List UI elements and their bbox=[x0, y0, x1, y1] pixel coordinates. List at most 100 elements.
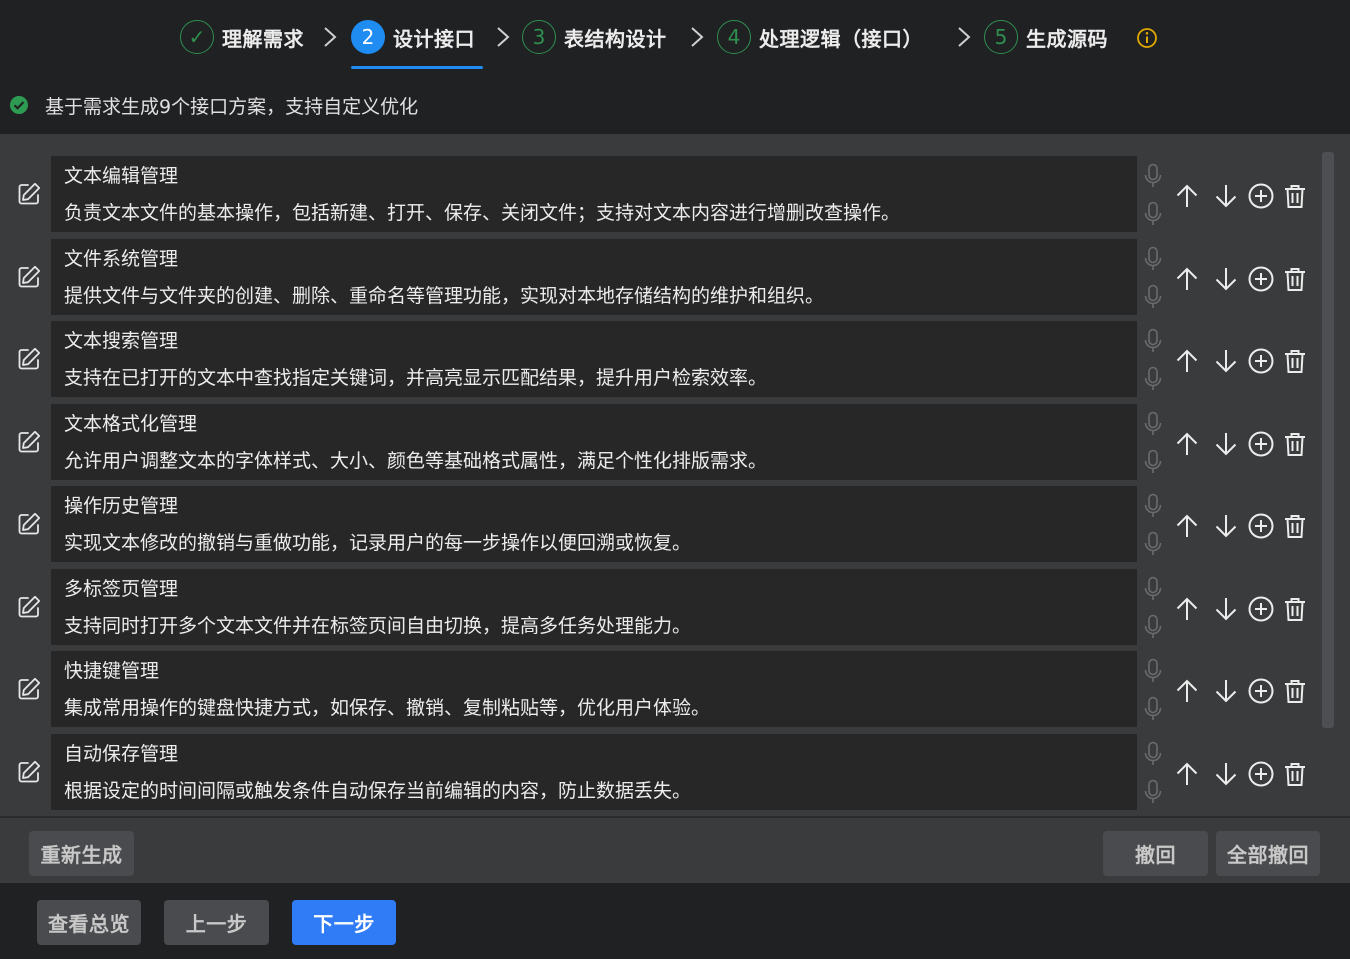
overview-button[interactable]: 查看总览 bbox=[37, 900, 141, 945]
interface-description: 实现文本修改的撤销与重做功能，记录用户的每一步操作以便回溯或恢复。 bbox=[64, 532, 692, 554]
edit-icon[interactable] bbox=[15, 593, 43, 621]
interface-row: 文件系统管理 提供文件与文件夹的创建、删除、重命名等管理功能，实现对本地存储结构的… bbox=[0, 239, 1320, 315]
microphone-icon[interactable] bbox=[1143, 163, 1163, 189]
step-2[interactable]: 2 设计接口 bbox=[351, 17, 483, 69]
move-down-icon[interactable] bbox=[1212, 595, 1240, 623]
interface-title: 快捷键管理 bbox=[64, 660, 160, 682]
move-down-icon[interactable] bbox=[1212, 512, 1240, 540]
step-5[interactable]: 5 生成源码 bbox=[984, 17, 1108, 57]
move-up-icon[interactable] bbox=[1173, 430, 1201, 458]
move-down-icon[interactable] bbox=[1212, 265, 1240, 293]
edit-icon[interactable] bbox=[15, 263, 43, 291]
trash-icon[interactable] bbox=[1281, 265, 1309, 293]
trash-icon[interactable] bbox=[1281, 595, 1309, 623]
microphone-icon[interactable] bbox=[1143, 658, 1163, 684]
microphone-icon[interactable] bbox=[1143, 328, 1163, 354]
move-up-icon[interactable] bbox=[1173, 760, 1201, 788]
add-circle-icon[interactable] bbox=[1247, 182, 1275, 210]
microphone-icon[interactable] bbox=[1143, 246, 1163, 272]
undo-all-button[interactable]: 全部撤回 bbox=[1216, 831, 1320, 876]
interface-description: 负责文本文件的基本操作，包括新建、打开、保存、关闭文件；支持对文本内容进行增删改… bbox=[64, 202, 901, 224]
step-1[interactable]: ✓ 理解需求 bbox=[180, 17, 304, 57]
trash-icon[interactable] bbox=[1281, 430, 1309, 458]
move-down-icon[interactable] bbox=[1212, 182, 1240, 210]
trash-icon[interactable] bbox=[1281, 677, 1309, 705]
interface-card[interactable]: 文件系统管理 提供文件与文件夹的创建、删除、重命名等管理功能，实现对本地存储结构的… bbox=[51, 239, 1137, 315]
chevron-right-icon bbox=[497, 27, 510, 47]
interface-title: 自动保存管理 bbox=[64, 743, 179, 765]
move-down-icon[interactable] bbox=[1212, 430, 1240, 458]
interface-row: 自动保存管理根据设定的时间间隔或触发条件自动保存当前编辑的内容，防止数据丢失。 bbox=[0, 734, 1320, 810]
edit-icon[interactable] bbox=[15, 345, 43, 373]
microphone-icon[interactable] bbox=[1143, 576, 1163, 602]
trash-icon[interactable] bbox=[1281, 347, 1309, 375]
move-up-icon[interactable] bbox=[1173, 347, 1201, 375]
add-circle-icon[interactable] bbox=[1247, 512, 1275, 540]
microphone-icon[interactable] bbox=[1143, 201, 1163, 227]
move-down-icon[interactable] bbox=[1212, 677, 1240, 705]
edit-icon[interactable] bbox=[15, 180, 43, 208]
list-action-bar: 重新生成 撤回 全部撤回 bbox=[0, 816, 1350, 883]
regenerate-button[interactable]: 重新生成 bbox=[29, 831, 134, 876]
microphone-icon[interactable] bbox=[1143, 779, 1163, 805]
microphone-icon[interactable] bbox=[1143, 531, 1163, 557]
interface-row: 文本搜索管理 支持在已打开的文本中查找指定关键词，并高亮显示匹配结果，提升用户检索… bbox=[0, 321, 1320, 397]
trash-icon[interactable] bbox=[1281, 512, 1309, 540]
interface-card[interactable]: 文本搜索管理 支持在已打开的文本中查找指定关键词，并高亮显示匹配结果，提升用户检索… bbox=[51, 321, 1137, 397]
interface-description: 支持同时打开多个文本文件并在标签页间自由切换，提高多任务处理能力。 bbox=[64, 615, 692, 637]
interface-row: 快捷键管理集成常用操作的键盘快捷方式，如保存、撤销、复制粘贴等，优化用户体验。 bbox=[0, 651, 1320, 727]
move-down-icon[interactable] bbox=[1212, 347, 1240, 375]
move-up-icon[interactable] bbox=[1173, 677, 1201, 705]
interface-card[interactable]: 多标签页管理 支持同时打开多个文本文件并在标签页间自由切换，提高多任务处理能力。 bbox=[51, 569, 1137, 645]
interface-card[interactable]: 快捷键管理集成常用操作的键盘快捷方式，如保存、撤销、复制粘贴等，优化用户体验。 bbox=[51, 651, 1137, 727]
trash-icon[interactable] bbox=[1281, 760, 1309, 788]
scrollbar[interactable] bbox=[1322, 152, 1334, 728]
edit-icon[interactable] bbox=[15, 428, 43, 456]
edit-icon[interactable] bbox=[15, 510, 43, 538]
interface-description: 根据设定的时间间隔或触发条件自动保存当前编辑的内容，防止数据丢失。 bbox=[64, 780, 692, 802]
edit-icon[interactable] bbox=[15, 758, 43, 786]
add-circle-icon[interactable] bbox=[1247, 265, 1275, 293]
step-4[interactable]: 4 处理逻辑（接口） bbox=[717, 17, 923, 57]
step-3[interactable]: 3 表结构设计 bbox=[522, 17, 667, 57]
check-circle-icon bbox=[10, 96, 28, 114]
info-icon[interactable] bbox=[1136, 27, 1158, 49]
step-4-label: 处理逻辑（接口） bbox=[759, 26, 923, 51]
interface-card[interactable]: 自动保存管理根据设定的时间间隔或触发条件自动保存当前编辑的内容，防止数据丢失。 bbox=[51, 734, 1137, 810]
prev-step-button[interactable]: 上一步 bbox=[164, 900, 269, 945]
move-up-icon[interactable] bbox=[1173, 182, 1201, 210]
move-up-icon[interactable] bbox=[1173, 512, 1201, 540]
step-indicator: ✓ 理解需求 2 设计接口 3 表结构设计 4 处理逻辑（接口） 5 生成源码 bbox=[0, 0, 1350, 75]
microphone-icon[interactable] bbox=[1143, 493, 1163, 519]
microphone-icon[interactable] bbox=[1143, 366, 1163, 392]
status-message: 基于需求生成9个接口方案，支持自定义优化 bbox=[9, 90, 418, 120]
microphone-icon[interactable] bbox=[1143, 614, 1163, 640]
add-circle-icon[interactable] bbox=[1247, 677, 1275, 705]
microphone-icon[interactable] bbox=[1143, 449, 1163, 475]
microphone-icon[interactable] bbox=[1143, 284, 1163, 310]
trash-icon[interactable] bbox=[1281, 182, 1309, 210]
undo-button[interactable]: 撤回 bbox=[1103, 831, 1208, 876]
interface-card[interactable]: 文本格式化管理 允许用户调整文本的字体样式、大小、颜色等基础格式属性，满足个性化排… bbox=[51, 404, 1137, 480]
move-up-icon[interactable] bbox=[1173, 265, 1201, 293]
step-5-number: 5 bbox=[984, 20, 1018, 54]
interface-row: 操作历史管理 实现文本修改的撤销与重做功能，记录用户的每一步操作以便回溯或恢复。 bbox=[0, 486, 1320, 562]
microphone-icon[interactable] bbox=[1143, 411, 1163, 437]
add-circle-icon[interactable] bbox=[1247, 347, 1275, 375]
add-circle-icon[interactable] bbox=[1247, 430, 1275, 458]
add-circle-icon[interactable] bbox=[1247, 760, 1275, 788]
microphone-icon[interactable] bbox=[1143, 696, 1163, 722]
interface-card[interactable]: 文本编辑管理 负责文本文件的基本操作，包括新建、打开、保存、关闭文件；支持对文本内… bbox=[51, 156, 1137, 232]
move-up-icon[interactable] bbox=[1173, 595, 1201, 623]
interface-card[interactable]: 操作历史管理 实现文本修改的撤销与重做功能，记录用户的每一步操作以便回溯或恢复。 bbox=[51, 486, 1137, 562]
edit-icon[interactable] bbox=[15, 675, 43, 703]
microphone-icon[interactable] bbox=[1143, 741, 1163, 767]
move-down-icon[interactable] bbox=[1212, 760, 1240, 788]
step-3-number: 3 bbox=[522, 20, 556, 54]
next-step-button[interactable]: 下一步 bbox=[292, 900, 396, 945]
interface-title: 文本搜索管理 bbox=[64, 330, 179, 352]
interface-description: 集成常用操作的键盘快捷方式，如保存、撤销、复制粘贴等，优化用户体验。 bbox=[64, 697, 711, 719]
interface-row: 文本编辑管理 负责文本文件的基本操作，包括新建、打开、保存、关闭文件；支持对文本内… bbox=[0, 156, 1320, 232]
step-5-label: 生成源码 bbox=[1026, 26, 1108, 51]
add-circle-icon[interactable] bbox=[1247, 595, 1275, 623]
